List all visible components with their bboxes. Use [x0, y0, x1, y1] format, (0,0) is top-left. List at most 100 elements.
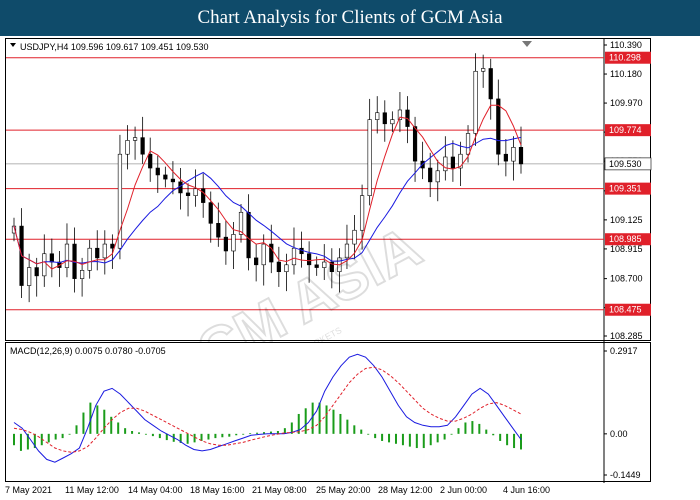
macd-histogram-bar: [401, 433, 404, 446]
macd-histogram-bar: [117, 422, 120, 434]
candle-body: [42, 253, 47, 277]
macd-histogram-bar: [506, 433, 509, 446]
x-axis-tick-label: 18 May 16:00: [190, 485, 245, 495]
macd-histogram-bar: [13, 433, 15, 446]
macd-axis-tick-label: 0.00: [610, 429, 628, 439]
candle-body: [80, 270, 85, 279]
macd-histogram-bar: [520, 433, 522, 450]
candle-body: [64, 243, 70, 268]
current-price-label: 109.530: [609, 159, 642, 169]
macd-histogram-bar: [415, 433, 418, 449]
candle-body: [465, 133, 471, 155]
macd-histogram-bar: [138, 432, 141, 434]
candle-body: [276, 261, 281, 273]
macd-histogram-bar: [374, 433, 377, 439]
price-axis-tick-label: 108.915: [610, 244, 643, 254]
macd-histogram-bar: [464, 422, 467, 434]
chart-title: Chart Analysis for Clients of GCM Asia: [0, 0, 700, 36]
level-label: 108.985: [609, 234, 642, 244]
macd-histogram-bar: [186, 433, 189, 444]
macd-histogram-bar: [96, 405, 99, 434]
macd-histogram-bar: [513, 433, 516, 449]
candle-body: [496, 98, 501, 155]
price-axis-tick-label: 108.285: [610, 331, 643, 341]
candle-body: [216, 223, 221, 238]
candle-body: [148, 153, 153, 169]
macd-chart-svg: MACD(12,26,9) 0.0075 0.0780 -0.0705 0.29…: [10, 343, 641, 483]
macd-histogram-bar: [436, 433, 439, 443]
price-axis-tick-label: 110.390: [610, 40, 642, 50]
candle-body: [223, 236, 228, 252]
candle-body: [132, 137, 138, 141]
candle-body: [450, 156, 455, 169]
candle-body: [261, 243, 266, 266]
macd-panel: MACD(12,26,9) 0.0075 0.0780 -0.0705 0.29…: [5, 342, 651, 483]
candle-body: [102, 243, 107, 259]
macd-histogram-bar: [19, 433, 22, 451]
price-chart-panel: USDJPY,H4 109.596 109.617 109.451 109.53…: [5, 38, 652, 342]
price-axis-tick-label: 109.970: [610, 98, 643, 108]
candle-body: [185, 192, 191, 196]
candle-body: [435, 170, 440, 183]
x-axis-tick-label: 7 May 2021: [5, 485, 52, 495]
macd-histogram-bar: [75, 425, 78, 434]
candle-body: [503, 153, 508, 162]
candle-body: [443, 156, 448, 172]
macd-histogram-bar: [325, 405, 328, 434]
macd-histogram-bar: [61, 433, 64, 439]
candle-body: [375, 112, 380, 120]
macd-histogram-bar: [346, 419, 349, 434]
current-bar-marker-icon: [522, 41, 532, 47]
macd-histogram-bar: [249, 433, 252, 435]
candle-body: [193, 188, 198, 196]
level-label: 109.774: [609, 125, 642, 135]
candle-body: [231, 234, 236, 252]
x-axis-tick-label: 28 May 12:00: [378, 485, 433, 495]
x-axis-tick-label: 21 May 08:00: [252, 485, 307, 495]
macd-histogram-bar: [499, 433, 502, 441]
macd-histogram-bar: [353, 425, 356, 434]
macd-histogram-bar: [443, 433, 446, 440]
macd-histogram-bar: [221, 433, 224, 438]
candle-body: [390, 119, 395, 125]
macd-histogram-bar: [367, 433, 370, 435]
macd-histogram-bar: [54, 433, 57, 440]
macd-histogram-bar: [457, 428, 460, 434]
macd-histogram-bar: [429, 433, 432, 446]
macd-histogram-bar: [68, 433, 71, 435]
candle-body: [27, 267, 32, 286]
macd-histogram-bar: [82, 412, 85, 434]
level-label: 108.475: [609, 305, 642, 315]
candle-body: [246, 211, 251, 259]
candle-body: [155, 167, 160, 176]
macd-histogram-bar: [158, 433, 161, 439]
macd-histogram-bar: [394, 433, 397, 444]
candle-body: [291, 247, 297, 266]
price-info-label: USDJPY,H4 109.596 109.617 109.451 109.53…: [20, 42, 209, 52]
macd-histogram-bar: [214, 433, 217, 439]
macd-histogram-bar: [235, 433, 238, 436]
price-chart-svg: USDJPY,H4 109.596 109.617 109.451 109.53…: [6, 39, 652, 342]
candle-body: [518, 146, 524, 165]
macd-histogram-bar: [124, 428, 127, 434]
candle-body: [49, 253, 54, 263]
candle-body: [140, 137, 145, 155]
level-label: 109.351: [609, 184, 642, 194]
candle-body: [34, 267, 39, 277]
macd-histogram-bar: [256, 432, 259, 434]
symbol-dropdown-icon: [10, 43, 16, 47]
x-axis-tick-label: 4 Jun 16:00: [503, 485, 550, 495]
candle-body: [201, 188, 206, 203]
x-axis: 7 May 2021 11 May 12:00 14 May 04:00 18 May…: [5, 485, 550, 495]
macd-histogram-bar: [318, 402, 321, 434]
macd-histogram-bar: [492, 433, 495, 436]
macd-histogram-bar: [131, 431, 134, 434]
x-axis-tick-label: 11 May 12:00: [65, 485, 119, 495]
level-label: 110.298: [609, 53, 641, 63]
macd-histogram-bar: [360, 429, 363, 434]
macd-axis-tick-label: -0.1449: [610, 470, 641, 480]
watermark-brand: GCM ASIA: [147, 214, 432, 342]
candle-body: [254, 257, 259, 266]
macd-histogram-bar: [478, 423, 481, 434]
candle-body: [163, 174, 168, 180]
